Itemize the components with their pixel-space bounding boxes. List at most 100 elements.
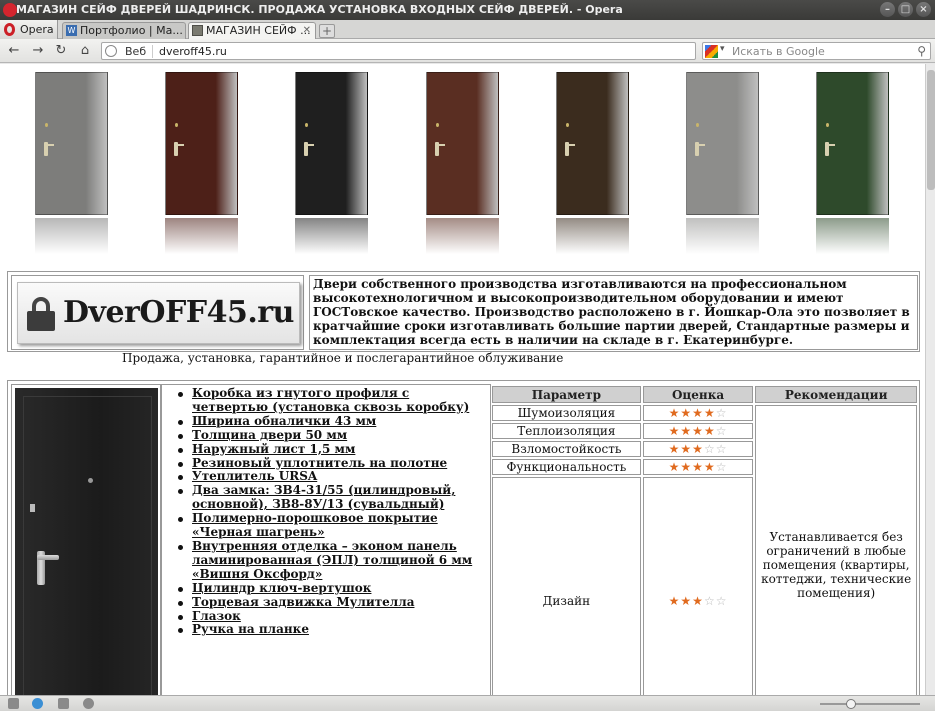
header-parameter: Параметр (492, 386, 641, 403)
star-filled-icon: ★ (680, 406, 693, 420)
keyhole-detail (436, 123, 439, 127)
tab-shop[interactable]: МАГАЗИН СЕЙФ ... ✕ (188, 22, 316, 39)
address-bar[interactable]: Веб dveroff45.ru (101, 42, 696, 60)
search-icon[interactable]: ⚲ (917, 44, 926, 58)
tab-portfolio[interactable]: W Портфолио | Ма... (62, 22, 186, 39)
star-filled-icon: ★ (703, 424, 716, 438)
zoom-slider-thumb[interactable] (846, 699, 856, 709)
search-input[interactable]: Искать в Google (732, 45, 825, 58)
globe-icon (105, 45, 117, 57)
star-filled-icon: ★ (692, 460, 704, 474)
zoom-slider[interactable] (820, 703, 920, 705)
feature-item[interactable]: Коробка из гнутого профиля с четвертью (… (178, 386, 488, 415)
tab-label: Портфолио | Ма... (80, 24, 183, 37)
header-rating: Оценка (642, 386, 754, 403)
cloud-icon[interactable] (32, 698, 43, 709)
door-thumbnail-silver[interactable] (686, 72, 759, 215)
door-thumbnail-brown-red[interactable] (426, 72, 499, 215)
back-icon[interactable]: ← (5, 42, 23, 60)
feature-item[interactable]: Наружный лист 1,5 мм (178, 442, 488, 457)
recommendation-text: Устанавливается без ограничений в любые … (755, 405, 917, 695)
minimize-button[interactable]: – (880, 2, 895, 17)
keyhole-detail (305, 123, 308, 127)
feature-item[interactable]: Внутренняя отделка – эконом панель ламин… (178, 539, 488, 582)
star-filled-icon: ★ (668, 406, 681, 420)
url-text[interactable]: dveroff45.ru (159, 45, 227, 58)
door-thumbnail-dark-brown[interactable] (556, 72, 629, 215)
header-recommendations: Рекомендации (755, 386, 917, 403)
star-empty-icon: ☆ (715, 442, 728, 456)
vertical-scrollbar[interactable] (925, 64, 935, 695)
param-rating: ★★★★☆ (642, 459, 754, 475)
param-rating: ★★★☆☆ (642, 477, 754, 695)
star-filled-icon: ★ (680, 593, 693, 608)
star-filled-icon: ★ (703, 406, 716, 420)
reload-icon[interactable]: ↻ (52, 42, 70, 60)
feature-item[interactable]: Два замка: ЗВ4-31/55 (цилиндровый, основ… (178, 483, 488, 512)
service-line: Продажа, установка, гарантийное и послег… (122, 351, 564, 365)
feature-item[interactable]: Полимерно-порошковое покрытие «Черная ша… (178, 511, 488, 540)
handle-detail (304, 142, 314, 156)
feature-item[interactable]: Ширина обналички 43 мм (178, 414, 488, 429)
star-filled-icon: ★ (703, 460, 716, 474)
google-icon[interactable] (705, 45, 718, 58)
star-filled-icon: ★ (692, 593, 704, 608)
star-filled-icon: ★ (692, 406, 704, 420)
window-title-bar: МАГАЗИН СЕЙФ ДВЕРЕЙ ШАДРИНСК. ПРОДАЖА УС… (0, 0, 935, 20)
door-reflection (686, 218, 759, 254)
door-reflection (816, 218, 889, 254)
star-empty-icon: ☆ (703, 593, 716, 608)
star-empty-icon: ☆ (703, 442, 716, 456)
feature-item[interactable]: Ручка на планке (178, 623, 488, 637)
feature-item[interactable]: Глазок (178, 609, 488, 624)
star-filled-icon: ★ (668, 593, 681, 608)
site-logo[interactable]: DverOFF45.ru (17, 282, 300, 344)
speed-dial-icon[interactable] (83, 698, 94, 709)
feature-item[interactable]: Утеплитель URSA (178, 470, 488, 484)
star-empty-icon: ☆ (715, 424, 728, 438)
lock-detail (30, 504, 35, 512)
feature-list: Коробка из гнутого профиля с четвертью (… (178, 386, 488, 637)
door-thumbnail-grey[interactable] (35, 72, 108, 215)
chevron-down-icon[interactable]: ▾ (720, 44, 725, 54)
address-scope: Веб (125, 45, 147, 58)
door-thumbnail-green[interactable] (816, 72, 889, 215)
door-reflection (165, 218, 238, 254)
door-reflection (35, 218, 108, 254)
feature-item[interactable]: Резиновый уплотнитель на полотне (178, 456, 488, 471)
door-icon (192, 25, 203, 36)
share-icon[interactable] (58, 698, 69, 709)
door-reflection (426, 218, 499, 254)
search-box[interactable]: ▾ Искать в Google ⚲ (702, 42, 931, 60)
keyhole-detail (175, 123, 178, 127)
new-tab-button[interactable]: + (319, 24, 335, 38)
scrollbar-thumb[interactable] (927, 70, 935, 190)
padlock-icon (27, 297, 55, 331)
panel-toggle-icon[interactable] (8, 698, 19, 709)
product-door-image[interactable] (15, 388, 158, 695)
page-viewport: DverOFF45.ru Двери собственного производ… (0, 64, 935, 695)
logo-cell[interactable]: DverOFF45.ru (11, 275, 304, 350)
forward-icon[interactable]: → (29, 42, 47, 60)
feature-item[interactable]: Торцевая задвижка Мулителла (178, 595, 488, 610)
close-tab-icon[interactable]: ✕ (303, 23, 311, 38)
param-name: Функциональность (492, 459, 641, 475)
parameters-table: Параметр Оценка Рекомендации Шумоизоляци… (490, 384, 919, 695)
intro-text: Двери собственного производства изготавл… (309, 275, 918, 350)
close-button[interactable]: × (916, 2, 931, 17)
maximize-button[interactable]: □ (898, 2, 913, 17)
star-filled-icon: ★ (668, 460, 681, 474)
home-icon[interactable]: ⌂ (76, 42, 94, 60)
feature-item[interactable]: Толщина двери 50 мм (178, 428, 488, 443)
door-thumbnail-dark-red[interactable] (165, 72, 238, 215)
handle-detail (37, 551, 59, 585)
keyhole-detail (826, 123, 829, 127)
intro-block: DverOFF45.ru Двери собственного производ… (7, 271, 920, 352)
handle-detail (435, 142, 445, 156)
feature-item[interactable]: Цилиндр ключ-вертушок (178, 581, 488, 596)
door-thumbnail-black[interactable] (295, 72, 368, 215)
star-filled-icon: ★ (680, 424, 693, 438)
opera-menu-button[interactable]: Opera (0, 20, 58, 39)
star-rating: ★★★★☆ (669, 406, 728, 420)
star-filled-icon: ★ (692, 424, 704, 438)
